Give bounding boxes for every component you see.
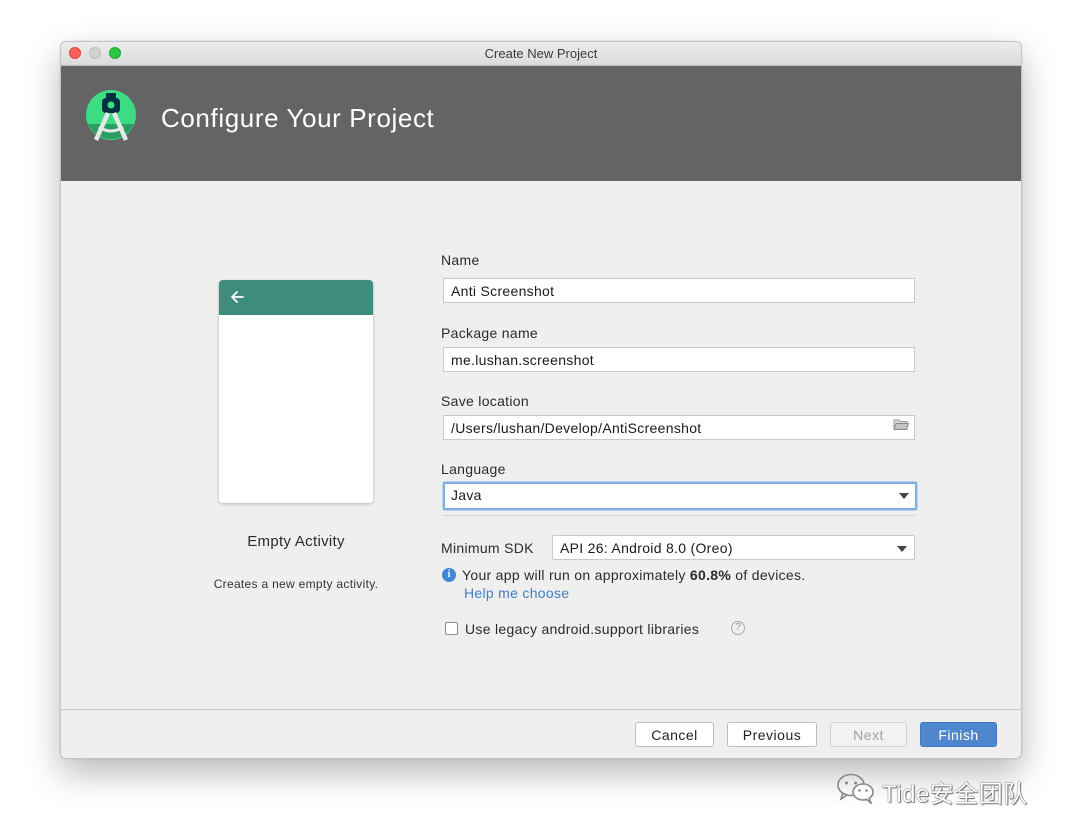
help-me-choose-link[interactable]: Help me choose	[464, 585, 569, 601]
package-name-field[interactable]	[443, 347, 915, 372]
title-bar[interactable]: Create New Project	[61, 42, 1021, 66]
page-title: Configure Your Project	[161, 103, 435, 133]
activity-preview	[219, 280, 373, 503]
folder-icon[interactable]	[893, 418, 909, 431]
save-location-field[interactable]	[443, 415, 915, 440]
watermark-text: Tide安全团队	[882, 781, 1028, 808]
info-icon: i	[442, 568, 456, 582]
name-field[interactable]	[443, 278, 915, 303]
minimum-sdk-select[interactable]: API 26: Android 8.0 (Oreo)	[552, 535, 915, 560]
create-project-window: Create New Project Configure Your Projec…	[60, 41, 1022, 759]
legacy-support-label[interactable]: Use legacy android.support libraries	[465, 621, 699, 637]
wechat-icon	[837, 773, 874, 804]
content-area: Empty Activity Creates a new empty activ…	[61, 181, 1021, 709]
save-location-label: Save location	[441, 393, 529, 409]
chevron-down-icon	[899, 493, 909, 499]
preview-app-bar	[219, 280, 373, 315]
device-coverage-text: Your app will run on approximately 60.8%…	[462, 567, 806, 583]
chevron-down-icon	[897, 546, 907, 552]
header-banner: Configure Your Project	[61, 66, 1021, 181]
language-label: Language	[441, 461, 506, 477]
window-title: Create New Project	[484, 46, 598, 61]
cancel-button[interactable]: Cancel	[635, 722, 714, 747]
language-value: Java	[451, 487, 482, 503]
divider	[443, 515, 915, 516]
template-description: Creates a new empty activity.	[213, 577, 379, 591]
previous-button[interactable]: Previous	[727, 722, 817, 747]
finish-button[interactable]: Finish	[920, 722, 997, 747]
legacy-support-checkbox[interactable]	[445, 622, 458, 635]
minimum-sdk-value: API 26: Android 8.0 (Oreo)	[560, 540, 733, 556]
language-select[interactable]: Java	[443, 482, 917, 510]
button-bar: Cancel Previous Next Finish	[61, 709, 1021, 758]
package-name-label: Package name	[441, 325, 538, 341]
android-studio-logo	[86, 90, 136, 141]
template-name: Empty Activity	[247, 533, 345, 550]
minimum-sdk-label: Minimum SDK	[441, 540, 534, 556]
help-icon[interactable]: ?	[731, 621, 745, 635]
back-arrow-icon	[231, 291, 244, 303]
next-button[interactable]: Next	[830, 722, 907, 747]
name-label: Name	[441, 252, 480, 268]
